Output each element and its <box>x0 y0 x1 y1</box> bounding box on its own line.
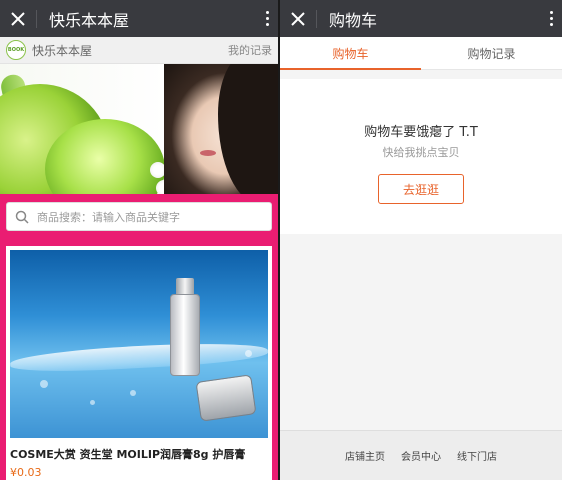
product-image[interactable] <box>10 250 268 438</box>
bubble <box>40 380 48 388</box>
promo-banner[interactable] <box>0 64 278 194</box>
cart-screen: 购物车 购物车 购物记录 购物车要饿瘪了 T.T 快给我挑点宝贝 去逛逛 店铺主… <box>280 0 562 480</box>
footer-link-offline-store[interactable]: 线下门店 <box>457 448 497 463</box>
footer-link-member-center[interactable]: 会员中心 <box>401 448 441 463</box>
search-placeholder: 商品搜索：请输入商品关键字 <box>37 210 180 224</box>
cream-jar <box>195 374 257 422</box>
water-splash <box>10 339 268 375</box>
search-icon <box>15 210 29 224</box>
app-bar: 购物车 <box>280 0 562 37</box>
empty-cart-panel: 购物车要饿瘪了 T.T 快给我挑点宝贝 去逛逛 <box>280 79 562 234</box>
app-bar: 快乐本本屋 <box>0 0 278 37</box>
product-card[interactable]: COSME大赏 资生堂 MOILIP润唇膏8g 护唇膏 ¥0.03 <box>6 246 272 480</box>
go-shopping-button[interactable]: 去逛逛 <box>378 174 464 204</box>
bubble <box>130 390 136 396</box>
model-lips <box>200 150 216 156</box>
footer-link-shop-home[interactable]: 店铺主页 <box>345 448 385 463</box>
shop-header: BOOK 快乐本本屋 我的记录 <box>0 37 278 64</box>
more-vertical-icon[interactable] <box>256 0 278 37</box>
product-title[interactable]: COSME大赏 资生堂 MOILIP润唇膏8g 护唇膏 <box>10 446 268 462</box>
product-price: ¥0.03 <box>10 466 42 479</box>
shop-logo: BOOK <box>6 40 26 60</box>
tab-bar: 购物车 购物记录 <box>280 37 562 70</box>
footer-links: 店铺主页 会员中心 线下门店 <box>280 430 562 480</box>
empty-cart-message: 购物车要饿瘪了 T.T <box>364 125 478 140</box>
empty-cart-hint: 快给我挑点宝贝 <box>382 146 460 159</box>
bubble <box>90 400 95 405</box>
close-icon[interactable] <box>280 0 316 37</box>
shop-name: 快乐本本屋 <box>32 43 93 58</box>
my-records-link[interactable]: 我的记录 <box>228 42 272 58</box>
tab-purchase-history[interactable]: 购物记录 <box>421 37 562 69</box>
search-input[interactable]: 商品搜索：请输入商品关键字 <box>6 202 272 231</box>
shop-screen: 快乐本本屋 BOOK 快乐本本屋 我的记录 商品搜索：请输入商品关键字 COSM… <box>0 0 278 480</box>
close-icon[interactable] <box>0 0 36 37</box>
serum-bottle <box>170 294 200 376</box>
more-vertical-icon[interactable] <box>540 0 562 37</box>
page-title: 快乐本本屋 <box>49 10 130 30</box>
bubble <box>245 350 252 357</box>
page-title: 购物车 <box>329 10 378 30</box>
tab-cart[interactable]: 购物车 <box>280 37 421 70</box>
product-section: 商品搜索：请输入商品关键字 COSME大赏 资生堂 MOILIP润唇膏8g 护唇… <box>0 194 278 480</box>
